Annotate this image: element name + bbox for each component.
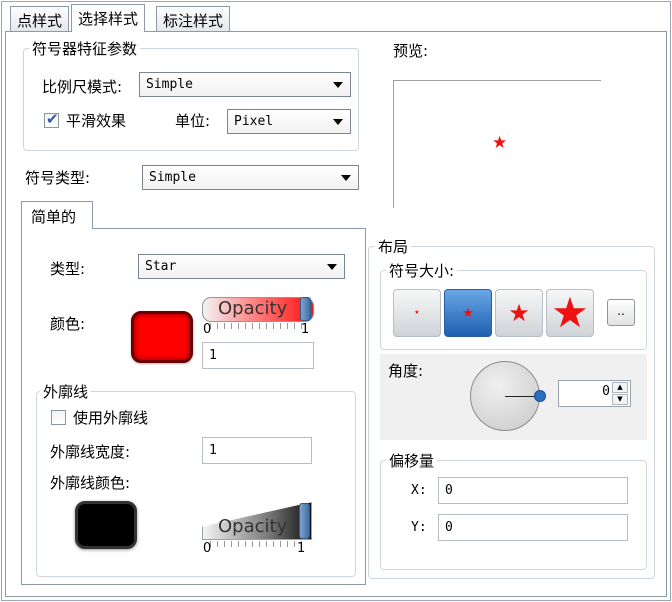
checkmark-icon: ✔: [46, 110, 59, 128]
unit-label: 单位:: [175, 112, 211, 130]
use-outline-checkbox[interactable]: [51, 410, 66, 425]
star-small-icon: ★: [462, 305, 474, 321]
tab-point-style[interactable]: 点样式: [10, 6, 70, 31]
offset-legend: 偏移量: [386, 450, 438, 471]
angle-value: 0: [602, 384, 610, 399]
opacity-value-input[interactable]: 1: [202, 342, 314, 369]
unit-value: Pixel: [234, 114, 274, 129]
chevron-down-icon: [333, 82, 343, 88]
use-outline-label: 使用外廓线: [73, 409, 149, 427]
opacity-max-label: 1: [301, 322, 310, 337]
symbol-params-group: [23, 48, 359, 151]
outline-opacity-text: Opacity: [218, 516, 288, 537]
opacity-ticks: [210, 323, 304, 329]
scale-mode-label: 比例尺模式:: [42, 78, 123, 96]
tab-label-style[interactable]: 标注样式: [156, 6, 231, 31]
color-label: 颜色:: [50, 315, 86, 333]
outline-width-label: 外廓线宽度:: [50, 443, 131, 461]
scale-mode-value: Simple: [146, 77, 193, 92]
smooth-label: 平滑效果: [66, 112, 127, 130]
unit-select[interactable]: Pixel: [227, 109, 351, 134]
outline-color-swatch-button[interactable]: [75, 501, 137, 549]
color-swatch-button[interactable]: [131, 311, 193, 363]
spin-down-icon[interactable]: ▼: [612, 394, 628, 405]
spin-up-icon[interactable]: ▲: [612, 382, 628, 393]
type-value: Star: [145, 259, 177, 274]
size-small-button[interactable]: ★: [444, 289, 492, 337]
symbol-size-legend: 符号大小:: [386, 260, 458, 281]
opacity-text: Opacity: [218, 298, 288, 319]
angle-label: 角度:: [388, 362, 424, 380]
outline-opacity-min-label: 0: [203, 541, 212, 556]
outline-width-input[interactable]: 1: [202, 437, 312, 464]
size-medium-button[interactable]: ★: [495, 289, 543, 337]
tab-selection-style[interactable]: 选择样式: [71, 4, 146, 32]
angle-dial-handle[interactable]: [534, 390, 546, 402]
outline-opacity-ticks: [210, 541, 302, 547]
offset-y-input[interactable]: 0: [438, 514, 628, 541]
size-tiny-button[interactable]: ★: [393, 289, 441, 337]
more-sizes-button[interactable]: ..: [607, 299, 635, 326]
star-preview-icon: ★: [492, 133, 508, 153]
symbol-type-select[interactable]: Simple: [142, 165, 359, 190]
outline-opacity-slider-handle[interactable]: [299, 503, 310, 539]
opacity-min-label: 0: [203, 322, 212, 337]
symbol-type-value: Simple: [149, 170, 196, 185]
preview-label: 预览:: [393, 42, 429, 60]
outline-opacity-max-label: 1: [297, 541, 306, 556]
star-tiny-icon: ★: [414, 309, 420, 316]
offset-y-label: Y:: [411, 520, 427, 535]
outline-color-label: 外廓线颜色:: [50, 474, 131, 492]
offset-x-input[interactable]: 0: [438, 477, 628, 504]
chevron-down-icon: [327, 264, 337, 270]
symbol-type-label: 符号类型:: [25, 169, 91, 187]
star-medium-icon: ★: [508, 299, 530, 327]
star-large-icon: ★: [551, 288, 589, 337]
opacity-slider-handle[interactable]: [300, 297, 311, 321]
symbol-params-legend: 符号器特征参数: [29, 38, 141, 59]
type-select[interactable]: Star: [138, 254, 345, 279]
chevron-down-icon: [341, 175, 351, 181]
chevron-down-icon: [333, 119, 343, 125]
type-label: 类型:: [50, 260, 86, 278]
offset-x-label: X:: [411, 483, 427, 498]
tab-simple[interactable]: 简单的: [21, 201, 93, 229]
layout-legend: 布局: [375, 236, 412, 257]
outline-legend: 外廓线: [40, 381, 92, 402]
smooth-checkbox[interactable]: ✔: [44, 110, 59, 128]
size-large-button[interactable]: ★: [546, 289, 594, 337]
scale-mode-select[interactable]: Simple: [139, 72, 351, 97]
